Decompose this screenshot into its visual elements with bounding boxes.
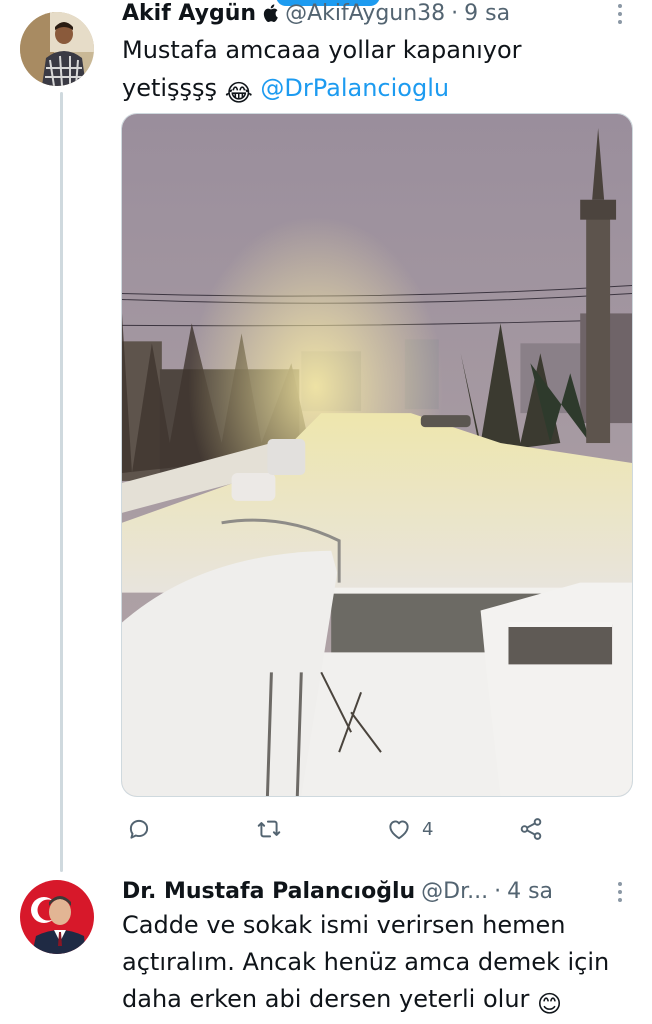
tweet2-text: Cadde ve sokak ismi verirsen hemen açtır… <box>122 907 630 1023</box>
reply-icon <box>129 819 149 839</box>
share-button[interactable] <box>518 812 544 846</box>
tweet1-mention-link[interactable]: @DrPalancioglu <box>260 74 449 102</box>
tweet2-emoji: 😊 <box>537 990 563 1018</box>
tweet1-emoji: 😂 <box>224 79 253 107</box>
tweet2-separator: · <box>494 878 502 904</box>
thread-connector-line <box>60 92 63 872</box>
retweet-icon <box>257 820 281 838</box>
tweet1-author-name[interactable]: Akif Aygün <box>122 1 256 26</box>
tweet2-text-line3: daha erken abi dersen yeterli olur 😊 <box>122 981 630 1023</box>
tweet1-photo[interactable] <box>121 113 633 797</box>
like-count: 4 <box>422 818 434 840</box>
tweet1-action-bar: 4 <box>122 812 552 846</box>
tweet1-timestamp[interactable]: 9 sa <box>464 1 510 26</box>
like-button[interactable]: 4 <box>386 812 433 846</box>
tweet1-text-line1: Mustafa amcaaa yollar kapanıyor <box>122 36 522 64</box>
reply-button[interactable] <box>126 812 162 846</box>
tweet2-header: Dr. Mustafa Palancıoğlu @Dr... · 4 sa <box>122 874 628 908</box>
tweet1-header: Akif Aygün @AkifAygun38 · 9 sa <box>122 0 628 30</box>
tweet1-text-line2: yetişşşş 😂 @DrPalancioglu <box>122 69 630 112</box>
tweet1-avatar[interactable] <box>20 12 94 86</box>
more-options-icon[interactable] <box>618 4 624 24</box>
heart-icon <box>389 820 409 840</box>
share-icon <box>520 818 542 840</box>
tweet2-text-line2: açtıralım. Ancak henüz amca demek için <box>122 948 610 976</box>
tweet2-timestamp[interactable]: 4 sa <box>507 879 553 904</box>
more-options-icon[interactable] <box>618 882 624 902</box>
apple-icon <box>263 4 278 23</box>
tweet1-text: Mustafa amcaaa yollar kapanıyor yetişşşş… <box>122 31 630 112</box>
tweet1-separator: · <box>451 0 459 26</box>
tweet1-author-handle[interactable]: @AkifAygun38 <box>285 1 445 26</box>
retweet-button[interactable] <box>256 812 292 846</box>
tweet2-author-handle[interactable]: @Dr... <box>421 879 488 904</box>
tweet2-text-line3-body: daha erken abi dersen yeterli olur <box>122 985 530 1013</box>
tweet2-text-line1: Cadde ve sokak ismi verirsen hemen <box>122 911 566 939</box>
tweet2-avatar[interactable] <box>20 880 94 954</box>
tweet2-author-name[interactable]: Dr. Mustafa Palancıoğlu <box>122 879 415 904</box>
tweet1-text-prefix: yetişşşş <box>122 74 218 102</box>
